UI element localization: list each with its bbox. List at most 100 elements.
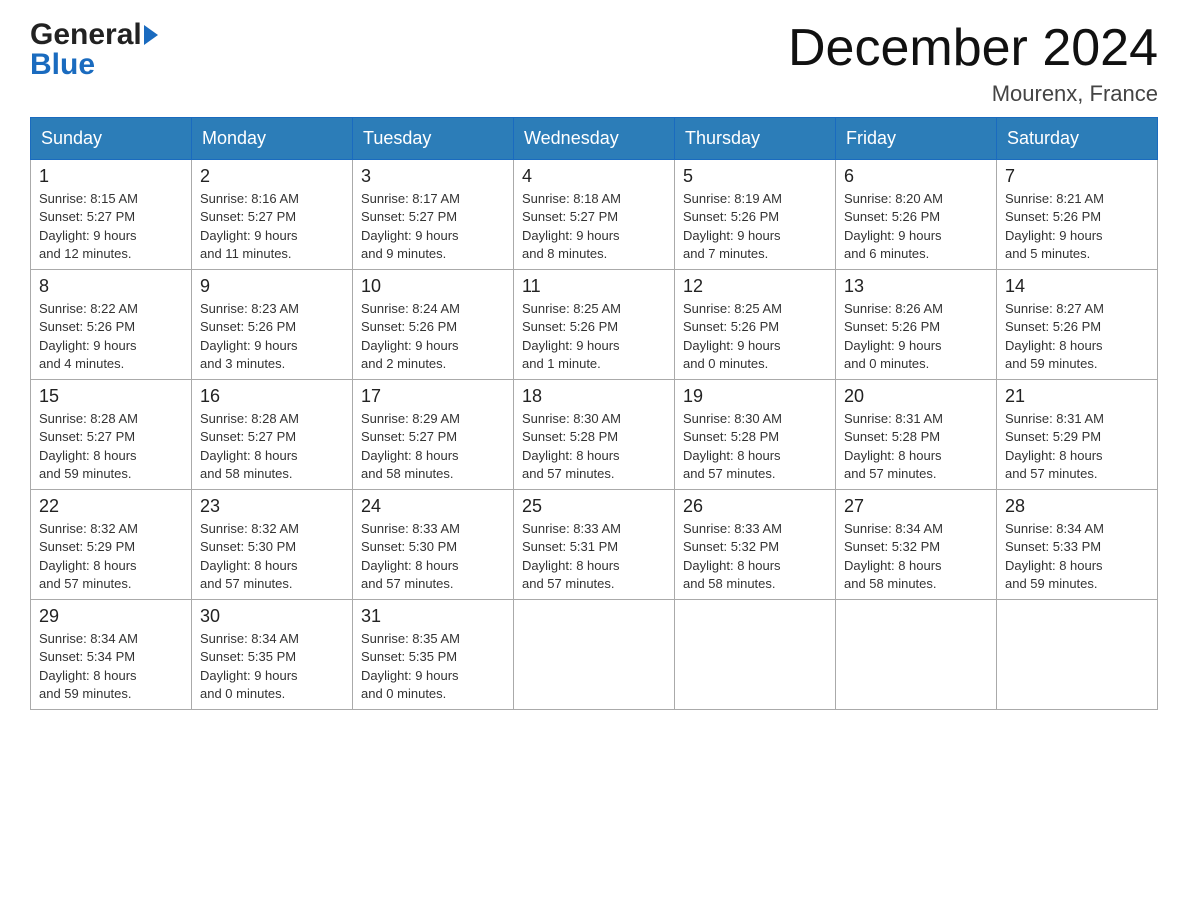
day-info: Sunrise: 8:30 AMSunset: 5:28 PMDaylight:… [683, 411, 782, 481]
table-row: 29 Sunrise: 8:34 AMSunset: 5:34 PMDaylig… [31, 600, 192, 710]
calendar-table: Sunday Monday Tuesday Wednesday Thursday… [30, 117, 1158, 710]
day-info: Sunrise: 8:34 AMSunset: 5:33 PMDaylight:… [1005, 521, 1104, 591]
day-number: 7 [1005, 166, 1149, 187]
table-row: 14 Sunrise: 8:27 AMSunset: 5:26 PMDaylig… [997, 270, 1158, 380]
table-row: 27 Sunrise: 8:34 AMSunset: 5:32 PMDaylig… [836, 490, 997, 600]
table-row: 9 Sunrise: 8:23 AMSunset: 5:26 PMDayligh… [192, 270, 353, 380]
col-wednesday: Wednesday [514, 118, 675, 160]
calendar-week-row: 22 Sunrise: 8:32 AMSunset: 5:29 PMDaylig… [31, 490, 1158, 600]
table-row: 19 Sunrise: 8:30 AMSunset: 5:28 PMDaylig… [675, 380, 836, 490]
col-saturday: Saturday [997, 118, 1158, 160]
table-row: 11 Sunrise: 8:25 AMSunset: 5:26 PMDaylig… [514, 270, 675, 380]
calendar-week-row: 1 Sunrise: 8:15 AMSunset: 5:27 PMDayligh… [31, 160, 1158, 270]
table-row: 30 Sunrise: 8:34 AMSunset: 5:35 PMDaylig… [192, 600, 353, 710]
day-number: 17 [361, 386, 505, 407]
table-row: 23 Sunrise: 8:32 AMSunset: 5:30 PMDaylig… [192, 490, 353, 600]
table-row: 28 Sunrise: 8:34 AMSunset: 5:33 PMDaylig… [997, 490, 1158, 600]
table-row: 10 Sunrise: 8:24 AMSunset: 5:26 PMDaylig… [353, 270, 514, 380]
calendar-header-row: Sunday Monday Tuesday Wednesday Thursday… [31, 118, 1158, 160]
day-number: 13 [844, 276, 988, 297]
col-friday: Friday [836, 118, 997, 160]
day-info: Sunrise: 8:20 AMSunset: 5:26 PMDaylight:… [844, 191, 943, 261]
day-info: Sunrise: 8:29 AMSunset: 5:27 PMDaylight:… [361, 411, 460, 481]
logo-general-text: General [30, 20, 142, 50]
table-row: 7 Sunrise: 8:21 AMSunset: 5:26 PMDayligh… [997, 160, 1158, 270]
table-row: 8 Sunrise: 8:22 AMSunset: 5:26 PMDayligh… [31, 270, 192, 380]
month-title: December 2024 [788, 20, 1158, 77]
day-info: Sunrise: 8:28 AMSunset: 5:27 PMDaylight:… [200, 411, 299, 481]
day-info: Sunrise: 8:34 AMSunset: 5:32 PMDaylight:… [844, 521, 943, 591]
table-row [997, 600, 1158, 710]
table-row: 2 Sunrise: 8:16 AMSunset: 5:27 PMDayligh… [192, 160, 353, 270]
day-number: 1 [39, 166, 183, 187]
col-sunday: Sunday [31, 118, 192, 160]
day-number: 10 [361, 276, 505, 297]
day-number: 6 [844, 166, 988, 187]
table-row: 21 Sunrise: 8:31 AMSunset: 5:29 PMDaylig… [997, 380, 1158, 490]
day-info: Sunrise: 8:33 AMSunset: 5:32 PMDaylight:… [683, 521, 782, 591]
day-info: Sunrise: 8:15 AMSunset: 5:27 PMDaylight:… [39, 191, 138, 261]
table-row: 5 Sunrise: 8:19 AMSunset: 5:26 PMDayligh… [675, 160, 836, 270]
day-number: 18 [522, 386, 666, 407]
day-info: Sunrise: 8:25 AMSunset: 5:26 PMDaylight:… [522, 301, 621, 371]
table-row: 25 Sunrise: 8:33 AMSunset: 5:31 PMDaylig… [514, 490, 675, 600]
day-number: 4 [522, 166, 666, 187]
table-row: 31 Sunrise: 8:35 AMSunset: 5:35 PMDaylig… [353, 600, 514, 710]
day-info: Sunrise: 8:25 AMSunset: 5:26 PMDaylight:… [683, 301, 782, 371]
day-info: Sunrise: 8:18 AMSunset: 5:27 PMDaylight:… [522, 191, 621, 261]
table-row: 13 Sunrise: 8:26 AMSunset: 5:26 PMDaylig… [836, 270, 997, 380]
table-row: 6 Sunrise: 8:20 AMSunset: 5:26 PMDayligh… [836, 160, 997, 270]
table-row: 20 Sunrise: 8:31 AMSunset: 5:28 PMDaylig… [836, 380, 997, 490]
day-number: 12 [683, 276, 827, 297]
table-row: 1 Sunrise: 8:15 AMSunset: 5:27 PMDayligh… [31, 160, 192, 270]
col-tuesday: Tuesday [353, 118, 514, 160]
day-info: Sunrise: 8:34 AMSunset: 5:34 PMDaylight:… [39, 631, 138, 701]
day-info: Sunrise: 8:35 AMSunset: 5:35 PMDaylight:… [361, 631, 460, 701]
table-row: 24 Sunrise: 8:33 AMSunset: 5:30 PMDaylig… [353, 490, 514, 600]
day-info: Sunrise: 8:32 AMSunset: 5:30 PMDaylight:… [200, 521, 299, 591]
title-section: December 2024 Mourenx, France [788, 20, 1158, 107]
day-info: Sunrise: 8:33 AMSunset: 5:30 PMDaylight:… [361, 521, 460, 591]
page-header: General Blue December 2024 Mourenx, Fran… [30, 20, 1158, 107]
day-number: 14 [1005, 276, 1149, 297]
col-monday: Monday [192, 118, 353, 160]
table-row: 16 Sunrise: 8:28 AMSunset: 5:27 PMDaylig… [192, 380, 353, 490]
day-info: Sunrise: 8:22 AMSunset: 5:26 PMDaylight:… [39, 301, 138, 371]
day-info: Sunrise: 8:27 AMSunset: 5:26 PMDaylight:… [1005, 301, 1104, 371]
day-info: Sunrise: 8:32 AMSunset: 5:29 PMDaylight:… [39, 521, 138, 591]
table-row: 4 Sunrise: 8:18 AMSunset: 5:27 PMDayligh… [514, 160, 675, 270]
day-number: 21 [1005, 386, 1149, 407]
col-thursday: Thursday [675, 118, 836, 160]
day-info: Sunrise: 8:24 AMSunset: 5:26 PMDaylight:… [361, 301, 460, 371]
table-row: 22 Sunrise: 8:32 AMSunset: 5:29 PMDaylig… [31, 490, 192, 600]
day-info: Sunrise: 8:17 AMSunset: 5:27 PMDaylight:… [361, 191, 460, 261]
day-info: Sunrise: 8:19 AMSunset: 5:26 PMDaylight:… [683, 191, 782, 261]
day-number: 31 [361, 606, 505, 627]
day-number: 22 [39, 496, 183, 517]
day-number: 11 [522, 276, 666, 297]
table-row: 12 Sunrise: 8:25 AMSunset: 5:26 PMDaylig… [675, 270, 836, 380]
table-row [514, 600, 675, 710]
logo: General Blue [30, 20, 158, 80]
day-number: 25 [522, 496, 666, 517]
day-info: Sunrise: 8:31 AMSunset: 5:28 PMDaylight:… [844, 411, 943, 481]
day-info: Sunrise: 8:26 AMSunset: 5:26 PMDaylight:… [844, 301, 943, 371]
day-info: Sunrise: 8:16 AMSunset: 5:27 PMDaylight:… [200, 191, 299, 261]
day-info: Sunrise: 8:28 AMSunset: 5:27 PMDaylight:… [39, 411, 138, 481]
table-row: 3 Sunrise: 8:17 AMSunset: 5:27 PMDayligh… [353, 160, 514, 270]
table-row [836, 600, 997, 710]
day-number: 27 [844, 496, 988, 517]
day-info: Sunrise: 8:21 AMSunset: 5:26 PMDaylight:… [1005, 191, 1104, 261]
day-number: 20 [844, 386, 988, 407]
logo-arrow-icon [144, 25, 158, 45]
day-number: 28 [1005, 496, 1149, 517]
day-number: 23 [200, 496, 344, 517]
logo-blue-text: Blue [30, 50, 95, 80]
table-row [675, 600, 836, 710]
day-number: 26 [683, 496, 827, 517]
location-label: Mourenx, France [788, 81, 1158, 107]
calendar-week-row: 15 Sunrise: 8:28 AMSunset: 5:27 PMDaylig… [31, 380, 1158, 490]
day-number: 30 [200, 606, 344, 627]
table-row: 26 Sunrise: 8:33 AMSunset: 5:32 PMDaylig… [675, 490, 836, 600]
table-row: 17 Sunrise: 8:29 AMSunset: 5:27 PMDaylig… [353, 380, 514, 490]
